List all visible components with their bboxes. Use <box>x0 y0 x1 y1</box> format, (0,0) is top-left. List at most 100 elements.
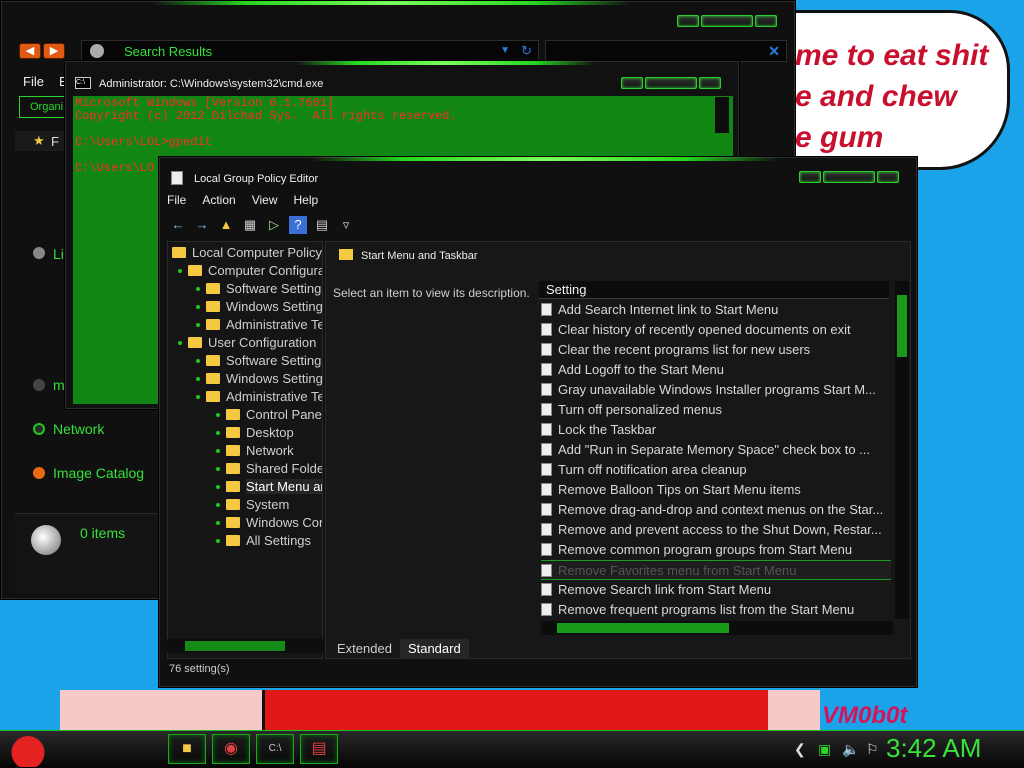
setting-row[interactable]: Clear the recent programs list for new u… <box>541 340 891 360</box>
taskbar-gpedit[interactable]: ▤ <box>300 734 338 764</box>
favorites-header[interactable]: ★ F <box>15 131 67 151</box>
sidebar-item-image-catalog[interactable]: Image Catalog <box>53 465 144 481</box>
tree-expander[interactable] <box>196 395 200 399</box>
setting-row[interactable]: Turn off personalized menus <box>541 400 891 420</box>
setting-row[interactable]: Turn off notification area cleanup <box>541 460 891 480</box>
setting-row[interactable]: Remove Search link from Start Menu <box>541 580 891 600</box>
tree-expander[interactable] <box>178 269 182 273</box>
setting-row[interactable]: Add Search Internet link to Start Menu <box>541 300 891 320</box>
explorer-menu-file[interactable]: File <box>23 74 44 89</box>
address-bar[interactable]: Search Results ▼ ↻ <box>81 40 539 62</box>
tree-item[interactable]: Computer Configuration <box>188 262 322 280</box>
tree-item[interactable]: Windows Settings <box>206 298 322 316</box>
taskbar-chrome[interactable]: ◉ <box>212 734 250 764</box>
tree-expander[interactable] <box>196 359 200 363</box>
maximize-button[interactable] <box>645 77 697 89</box>
show-hidden-icons[interactable]: ❮ <box>794 741 806 758</box>
tree-expander[interactable] <box>216 467 220 471</box>
show-hide-tree-icon[interactable]: ▦ <box>241 216 259 234</box>
sidebar-item-network[interactable]: Network <box>53 421 104 437</box>
tree-expander[interactable] <box>216 449 220 453</box>
filter-icon[interactable]: ▿ <box>337 216 355 234</box>
scrollbar-thumb[interactable] <box>557 623 729 633</box>
tree-expander[interactable] <box>196 305 200 309</box>
action-center-icon[interactable]: ⚐ <box>866 741 879 758</box>
tree-expander[interactable] <box>216 503 220 507</box>
help-icon[interactable]: ? <box>289 216 307 234</box>
maximize-button[interactable] <box>701 15 753 27</box>
sidebar-item-m[interactable]: m <box>53 377 65 393</box>
tree-item[interactable]: Windows Components <box>226 514 322 532</box>
setting-column-header[interactable]: Setting <box>539 281 889 299</box>
taskbar-cmd[interactable]: C:\ <box>256 734 294 764</box>
tree-item[interactable]: Control Panel <box>226 406 322 424</box>
minimize-button[interactable] <box>621 77 643 89</box>
close-button[interactable] <box>877 171 899 183</box>
tree-expander[interactable] <box>216 431 220 435</box>
menu-action[interactable]: Action <box>202 193 235 207</box>
settings-vscrollbar[interactable] <box>895 281 909 619</box>
minimize-button[interactable] <box>799 171 821 183</box>
export-list-icon[interactable]: ▷ <box>265 216 283 234</box>
menu-help[interactable]: Help <box>294 193 319 207</box>
forward-arrow-icon[interactable]: ▶ <box>43 43 65 59</box>
setting-row[interactable]: Clear history of recently opened documen… <box>541 320 891 340</box>
tree-expander[interactable] <box>196 287 200 291</box>
menu-file[interactable]: File <box>167 193 186 207</box>
tree-pane[interactable]: Local Computer Policy Computer Configurat… <box>167 241 323 659</box>
tree-item[interactable]: Administrative Templates <box>206 388 322 406</box>
console-scrollbar[interactable] <box>715 97 729 133</box>
close-button[interactable] <box>699 77 721 89</box>
tree-item[interactable]: All Settings <box>226 532 311 550</box>
tab-extended[interactable]: Extended <box>329 639 400 658</box>
tree-expander[interactable] <box>216 521 220 525</box>
tab-standard[interactable]: Standard <box>399 639 469 658</box>
forward-icon[interactable]: → <box>193 216 211 234</box>
back-arrow-icon[interactable]: ◀ <box>19 43 41 59</box>
tree-expander[interactable] <box>178 341 182 345</box>
network-tray-icon[interactable]: ▣ <box>818 741 831 758</box>
tree-item[interactable]: Software Settings <box>206 280 322 298</box>
refresh-icon[interactable]: ↻ <box>521 43 532 59</box>
properties-icon[interactable]: ▤ <box>313 216 331 234</box>
tree-expander[interactable] <box>196 377 200 381</box>
tree-item[interactable]: Administrative Templates <box>206 316 322 334</box>
volume-icon[interactable]: 🔈 <box>842 741 859 758</box>
minimize-button[interactable] <box>677 15 699 27</box>
organize-button[interactable]: Organi <box>19 96 69 118</box>
taskbar-explorer[interactable]: ■ <box>168 734 206 764</box>
tree-expander[interactable] <box>216 539 220 543</box>
tree-expander[interactable] <box>216 413 220 417</box>
tree-item[interactable]: Desktop <box>226 424 294 442</box>
dropdown-arrow-icon[interactable]: ▼ <box>500 45 510 56</box>
scrollbar-thumb[interactable] <box>185 641 285 651</box>
maximize-button[interactable] <box>823 171 875 183</box>
setting-row[interactable]: Lock the Taskbar <box>541 420 891 440</box>
tree-item[interactable]: Local Computer Policy <box>172 244 322 262</box>
sidebar-item-libraries[interactable]: Li <box>53 246 64 262</box>
tree-item[interactable]: Network <box>226 442 294 460</box>
setting-row[interactable]: Remove common program groups from Start … <box>541 540 891 560</box>
setting-row[interactable]: Remove Favorites menu from Start Menu <box>541 560 891 580</box>
setting-row[interactable]: Remove and prevent access to the Shut Do… <box>541 520 891 540</box>
start-button[interactable] <box>8 731 48 767</box>
tree-expander[interactable] <box>216 485 220 489</box>
setting-row[interactable]: Remove frequent programs list from the S… <box>541 600 891 620</box>
setting-row[interactable]: Remove Balloon Tips on Start Menu items <box>541 480 891 500</box>
tree-item[interactable]: Windows Settings <box>206 370 322 388</box>
setting-row[interactable]: Remove drag-and-drop and context menus o… <box>541 500 891 520</box>
menu-view[interactable]: View <box>252 193 278 207</box>
setting-row[interactable]: Gray unavailable Windows Installer progr… <box>541 380 891 400</box>
tree-item[interactable]: Shared Folders <box>226 460 322 478</box>
tree-item[interactable]: Start Menu and Taskbar <box>226 478 322 496</box>
clock[interactable]: 3:42 AM <box>886 733 981 764</box>
close-button[interactable] <box>755 15 777 27</box>
up-folder-icon[interactable]: ▲ <box>217 216 235 234</box>
search-input[interactable]: ✕ <box>545 40 787 62</box>
clear-search-icon[interactable]: ✕ <box>768 43 780 60</box>
tree-item[interactable]: User Configuration <box>188 334 316 352</box>
setting-row[interactable]: Add Logoff to the Start Menu <box>541 360 891 380</box>
tree-scrollbar[interactable] <box>167 639 323 653</box>
settings-hscrollbar[interactable] <box>541 621 893 635</box>
tree-expander[interactable] <box>196 323 200 327</box>
